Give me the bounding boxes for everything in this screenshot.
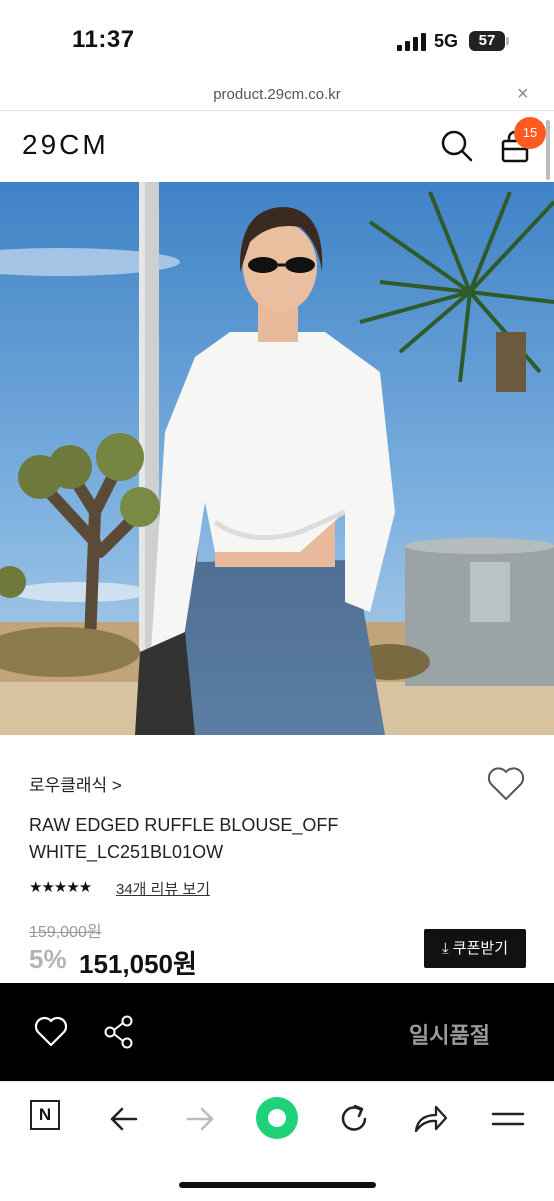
star-rating-icon: ★★★★★ [29, 879, 92, 896]
product-image[interactable] [0, 182, 554, 735]
original-price: 159,000원 [29, 924, 102, 941]
sold-out-status: 일시품절 [409, 1023, 490, 1048]
review-link[interactable]: 34개 리뷰 보기 [116, 878, 210, 899]
naver-n-icon[interactable]: N [30, 1100, 60, 1130]
product-title: RAW EDGED RUFFLE BLOUSE_OFF WHITE_LC251B… [29, 815, 339, 862]
forward-arrow-icon[interactable] [180, 1101, 220, 1137]
url-text[interactable]: product.29cm.co.kr [0, 86, 554, 103]
discount-rate: 5% [29, 944, 67, 974]
wishlist-heart-icon[interactable] [34, 1016, 68, 1048]
close-icon[interactable]: × [517, 83, 529, 106]
site-header: 29CM [0, 111, 554, 181]
battery-tip [506, 37, 509, 45]
menu-icon[interactable] [488, 1101, 528, 1137]
brand-link[interactable]: 로우클래식 > [29, 771, 122, 796]
scrollbar[interactable] [546, 120, 550, 180]
url-bar[interactable]: product.29cm.co.kr × [0, 80, 554, 111]
refresh-icon[interactable] [334, 1101, 374, 1137]
back-arrow-icon[interactable] [104, 1101, 144, 1137]
signal-icon [397, 33, 427, 51]
site-logo[interactable]: 29CM [22, 129, 109, 161]
home-indicator[interactable] [179, 1182, 376, 1188]
share-icon[interactable] [103, 1015, 135, 1049]
network-type: 5G [434, 31, 459, 51]
green-home-button[interactable] [256, 1097, 298, 1139]
heart-icon[interactable] [486, 765, 526, 803]
coupon-button[interactable]: ⤓ 쿠폰받기 [424, 929, 526, 968]
search-icon[interactable] [440, 129, 474, 163]
product-info: 로우클래식 > RAW EDGED RUFFLE BLOUSE_OFF WHIT… [0, 735, 554, 983]
share-arrow-icon[interactable] [410, 1101, 450, 1137]
battery-icon: 57 [469, 31, 505, 51]
cart-count-badge: 15 [514, 117, 546, 149]
sale-price: 151,050원 [79, 949, 197, 979]
product-photo [0, 182, 554, 735]
status-bar: 11:37 5G 57 [0, 0, 554, 80]
status-time: 11:37 [72, 26, 135, 53]
purchase-action-bar: 일시품절 [0, 983, 554, 1081]
